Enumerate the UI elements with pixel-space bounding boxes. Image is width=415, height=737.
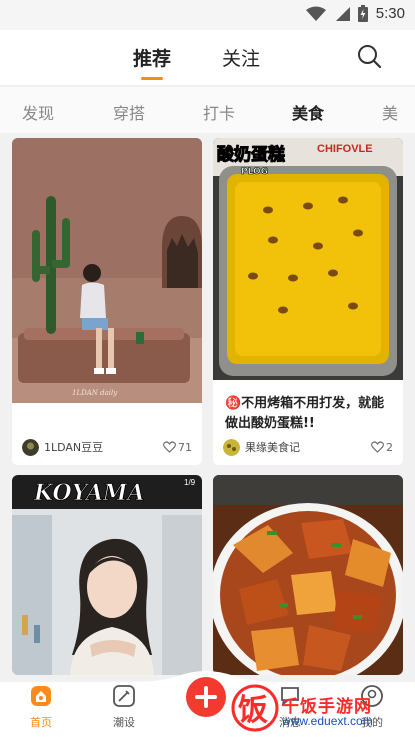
feed-card[interactable]: 酸奶蛋糕 PLOG CHIFOVLE ㊙️不用烤箱不用打发，就能做出酸奶蛋糕!!… bbox=[213, 138, 403, 465]
watermark-url: www.eduext.com bbox=[282, 714, 373, 728]
home-icon bbox=[31, 686, 51, 706]
like-count: 71 bbox=[178, 440, 192, 454]
battery-icon bbox=[357, 5, 368, 22]
post-image: KOYAMA 1/9 bbox=[12, 475, 202, 675]
category-food[interactable]: 美食 bbox=[292, 100, 324, 124]
category-beauty[interactable]: 美 bbox=[382, 100, 398, 124]
tab-recommend[interactable]: 推荐 bbox=[133, 44, 171, 71]
add-post-button[interactable] bbox=[186, 677, 226, 717]
design-icon bbox=[113, 685, 135, 707]
nav-design[interactable]: 潮设 bbox=[104, 684, 144, 730]
post-image: 1LDAN daily bbox=[12, 138, 202, 403]
post-meta: 1LDAN豆豆 71 bbox=[22, 437, 192, 457]
post-image: 酸奶蛋糕 PLOG CHIFOVLE bbox=[213, 138, 403, 380]
post-title: ㊙️不用烤箱不用打发，就能做出酸奶蛋糕!! bbox=[225, 396, 385, 431]
top-header: 推荐 关注 bbox=[0, 30, 415, 86]
status-bar: 5:30 bbox=[0, 0, 415, 30]
avatar[interactable] bbox=[223, 438, 240, 456]
nav-label: 潮设 bbox=[113, 716, 135, 729]
nav-label: 首页 bbox=[30, 716, 52, 729]
status-time: 5:30 bbox=[375, 5, 405, 22]
image-caption: 1LDAN daily bbox=[72, 389, 118, 397]
author-name[interactable]: 1LDAN豆豆 bbox=[44, 439, 163, 455]
category-outfit[interactable]: 穿搭 bbox=[113, 100, 145, 124]
feed-card[interactable] bbox=[213, 475, 403, 675]
category-discover[interactable]: 发现 bbox=[22, 100, 54, 124]
search-icon[interactable] bbox=[355, 42, 383, 70]
nav-home[interactable]: 首页 bbox=[21, 684, 61, 730]
image-subtitle: PLOG bbox=[241, 167, 268, 177]
svg-text:饭: 饭 bbox=[238, 693, 268, 728]
post-meta: 果缘美食记 2 bbox=[223, 437, 393, 457]
site-watermark: 饭 千饭手游网 www.eduext.com bbox=[230, 680, 410, 735]
image-brand: CHIFOVLE bbox=[317, 143, 373, 155]
tab-follow[interactable]: 关注 bbox=[222, 44, 260, 71]
watermark-logo: 饭 bbox=[231, 684, 279, 732]
heart-icon bbox=[163, 441, 176, 453]
plus-icon bbox=[195, 686, 217, 708]
post-image bbox=[213, 475, 403, 675]
category-checkin[interactable]: 打卡 bbox=[203, 100, 235, 124]
like-button[interactable]: 71 bbox=[163, 441, 192, 454]
heart-icon bbox=[371, 441, 384, 453]
wifi-icon bbox=[305, 6, 326, 21]
image-title: 酸奶蛋糕 bbox=[217, 144, 285, 165]
image-badge: 1/9 bbox=[184, 478, 196, 487]
like-button[interactable]: 2 bbox=[371, 441, 393, 454]
status-icons: 5:30 bbox=[305, 5, 405, 22]
image-title: KOYAMA bbox=[33, 480, 144, 506]
like-count: 2 bbox=[386, 440, 393, 454]
author-name[interactable]: 果缘美食记 bbox=[245, 439, 371, 455]
avatar[interactable] bbox=[22, 438, 39, 456]
feed-card[interactable]: 1LDAN daily 1LDAN豆豆 71 bbox=[12, 138, 202, 465]
active-tab-indicator bbox=[141, 77, 163, 80]
signal-icon bbox=[335, 6, 350, 21]
feed-card[interactable]: KOYAMA 1/9 bbox=[12, 475, 202, 675]
category-bar: 发现 穿搭 打卡 美食 美 bbox=[0, 87, 415, 133]
